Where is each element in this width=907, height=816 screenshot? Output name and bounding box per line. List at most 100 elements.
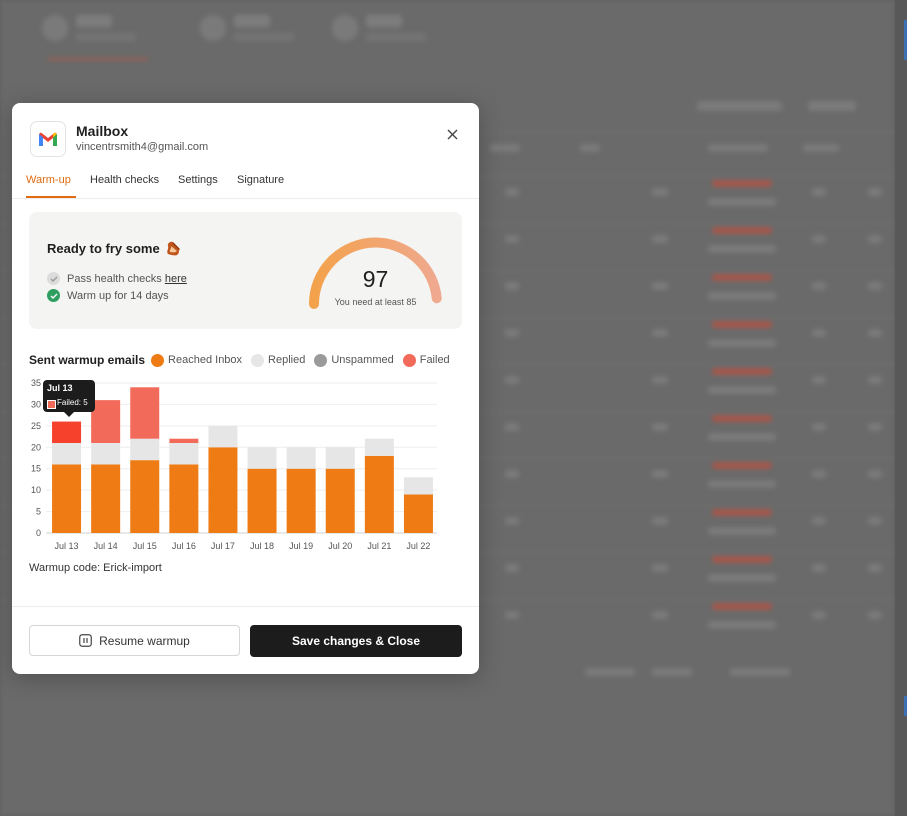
legend-failed[interactable]: Failed bbox=[402, 353, 450, 367]
x-tick-label: Jul 13 bbox=[55, 541, 79, 551]
bg-cell bbox=[708, 433, 776, 441]
bg-cell bbox=[652, 668, 692, 676]
bg-cell bbox=[708, 339, 776, 347]
bar-segment bbox=[208, 447, 238, 533]
bg-cell bbox=[505, 564, 519, 572]
bg-cell bbox=[708, 621, 776, 629]
x-tick-label: Jul 22 bbox=[406, 541, 430, 551]
bar-segment bbox=[325, 447, 355, 469]
bar-segment bbox=[364, 455, 394, 533]
bg-cell bbox=[868, 564, 882, 572]
legend-unspammed[interactable]: Unspammed bbox=[314, 353, 394, 367]
resume-warmup-button[interactable]: Resume warmup bbox=[29, 625, 240, 656]
bar-segment bbox=[91, 400, 121, 443]
tabs-divider bbox=[12, 198, 479, 199]
x-tick-label: Jul 19 bbox=[289, 541, 313, 551]
x-tick-label: Jul 21 bbox=[367, 541, 391, 551]
mailbox-email: vincentrsmith4@gmail.com bbox=[76, 141, 209, 153]
resume-warmup-label: Resume warmup bbox=[99, 633, 190, 648]
y-tick-label: 25 bbox=[31, 421, 41, 431]
bg-cell bbox=[490, 144, 520, 152]
legend-label: Failed bbox=[419, 354, 450, 366]
mailbox-modal: Mailbox vincentrsmith4@gmail.com Warm-up… bbox=[12, 103, 479, 674]
chart-tooltip: Jul 13 Failed: 5 bbox=[43, 380, 95, 417]
bg-cell bbox=[812, 282, 826, 290]
bar-segment bbox=[208, 425, 238, 448]
bg-cell bbox=[708, 386, 776, 394]
x-tick-label: Jul 18 bbox=[250, 541, 274, 551]
close-button[interactable] bbox=[444, 126, 460, 142]
bar-segment bbox=[91, 443, 121, 465]
bg-cell bbox=[812, 470, 826, 478]
bg-cell bbox=[712, 321, 772, 328]
tooltip-swatch bbox=[47, 400, 56, 409]
bg-cell bbox=[803, 144, 839, 152]
bg-cell bbox=[652, 235, 668, 243]
y-tick-label: 15 bbox=[31, 464, 41, 474]
save-close-button[interactable]: Save changes & Close bbox=[250, 625, 462, 657]
bg-cell bbox=[712, 556, 772, 563]
legend-reached-inbox[interactable]: Reached Inbox bbox=[151, 353, 242, 367]
bg-cell bbox=[652, 282, 668, 290]
bg-cell bbox=[812, 517, 826, 525]
bg-cell bbox=[652, 517, 668, 525]
bg-cell bbox=[812, 235, 826, 243]
legend-swatch bbox=[402, 353, 416, 367]
bg-cell bbox=[505, 517, 519, 525]
y-tick-label: 20 bbox=[31, 442, 41, 452]
tab-signature[interactable]: Signature bbox=[237, 174, 291, 198]
bg-cell bbox=[505, 611, 519, 619]
bg-cell bbox=[868, 423, 882, 431]
x-tick-label: Jul 17 bbox=[211, 541, 235, 551]
legend-swatch bbox=[314, 353, 328, 367]
bg-cell bbox=[652, 329, 668, 337]
check-pending-icon bbox=[47, 272, 60, 285]
tab-bar: Warm-up Health checks Settings Signature bbox=[26, 174, 291, 198]
bar-segment bbox=[169, 438, 199, 443]
warmup-code: Warmup code: Erick-import bbox=[29, 562, 162, 574]
close-icon bbox=[447, 129, 457, 139]
bg-cell bbox=[505, 470, 519, 478]
legend-replied[interactable]: Replied bbox=[251, 353, 305, 367]
bg-cell bbox=[652, 376, 668, 384]
bar-segment bbox=[286, 447, 316, 469]
bg-cell bbox=[708, 292, 776, 300]
bg-cell bbox=[652, 423, 668, 431]
bg-cell bbox=[505, 423, 519, 431]
bg-cell bbox=[868, 188, 882, 196]
bg-cell bbox=[868, 329, 882, 337]
y-tick-label: 10 bbox=[31, 485, 41, 495]
bg-cell bbox=[730, 668, 790, 676]
tab-warm-up[interactable]: Warm-up bbox=[26, 174, 76, 198]
bg-cell bbox=[712, 368, 772, 375]
tab-settings[interactable]: Settings bbox=[178, 174, 222, 198]
y-tick-label: 5 bbox=[36, 507, 41, 517]
x-tick-label: Jul 15 bbox=[133, 541, 157, 551]
x-tick-label: Jul 20 bbox=[328, 541, 352, 551]
bg-stat-3 bbox=[332, 15, 426, 41]
mailbox-title: Mailbox bbox=[76, 123, 129, 139]
y-tick-label: 0 bbox=[36, 528, 41, 538]
bg-window-edge bbox=[895, 0, 907, 816]
health-checks-link[interactable]: here bbox=[165, 273, 187, 285]
gmail-logo-icon bbox=[30, 121, 66, 157]
bg-cell bbox=[708, 198, 776, 206]
bg-cell bbox=[505, 282, 519, 290]
x-tick-label: Jul 16 bbox=[172, 541, 196, 551]
bg-cell bbox=[708, 480, 776, 488]
bar-segment bbox=[52, 421, 82, 443]
score-value: 97 bbox=[362, 266, 389, 292]
check-warmup-label: Warm up for 14 days bbox=[67, 289, 169, 302]
bg-cell bbox=[505, 376, 519, 384]
score-note: You need at least 85 bbox=[334, 297, 417, 307]
check-health-label: Pass health checks bbox=[67, 272, 165, 285]
bg-cell bbox=[868, 282, 882, 290]
bg-stat-2 bbox=[200, 15, 294, 41]
bar-segment bbox=[52, 443, 82, 465]
bg-cell bbox=[712, 180, 772, 187]
check-done-icon bbox=[47, 289, 60, 302]
tab-health-checks[interactable]: Health checks bbox=[90, 174, 164, 198]
bar-segment bbox=[403, 477, 433, 495]
bg-button bbox=[697, 101, 782, 111]
bg-cell bbox=[708, 144, 768, 152]
